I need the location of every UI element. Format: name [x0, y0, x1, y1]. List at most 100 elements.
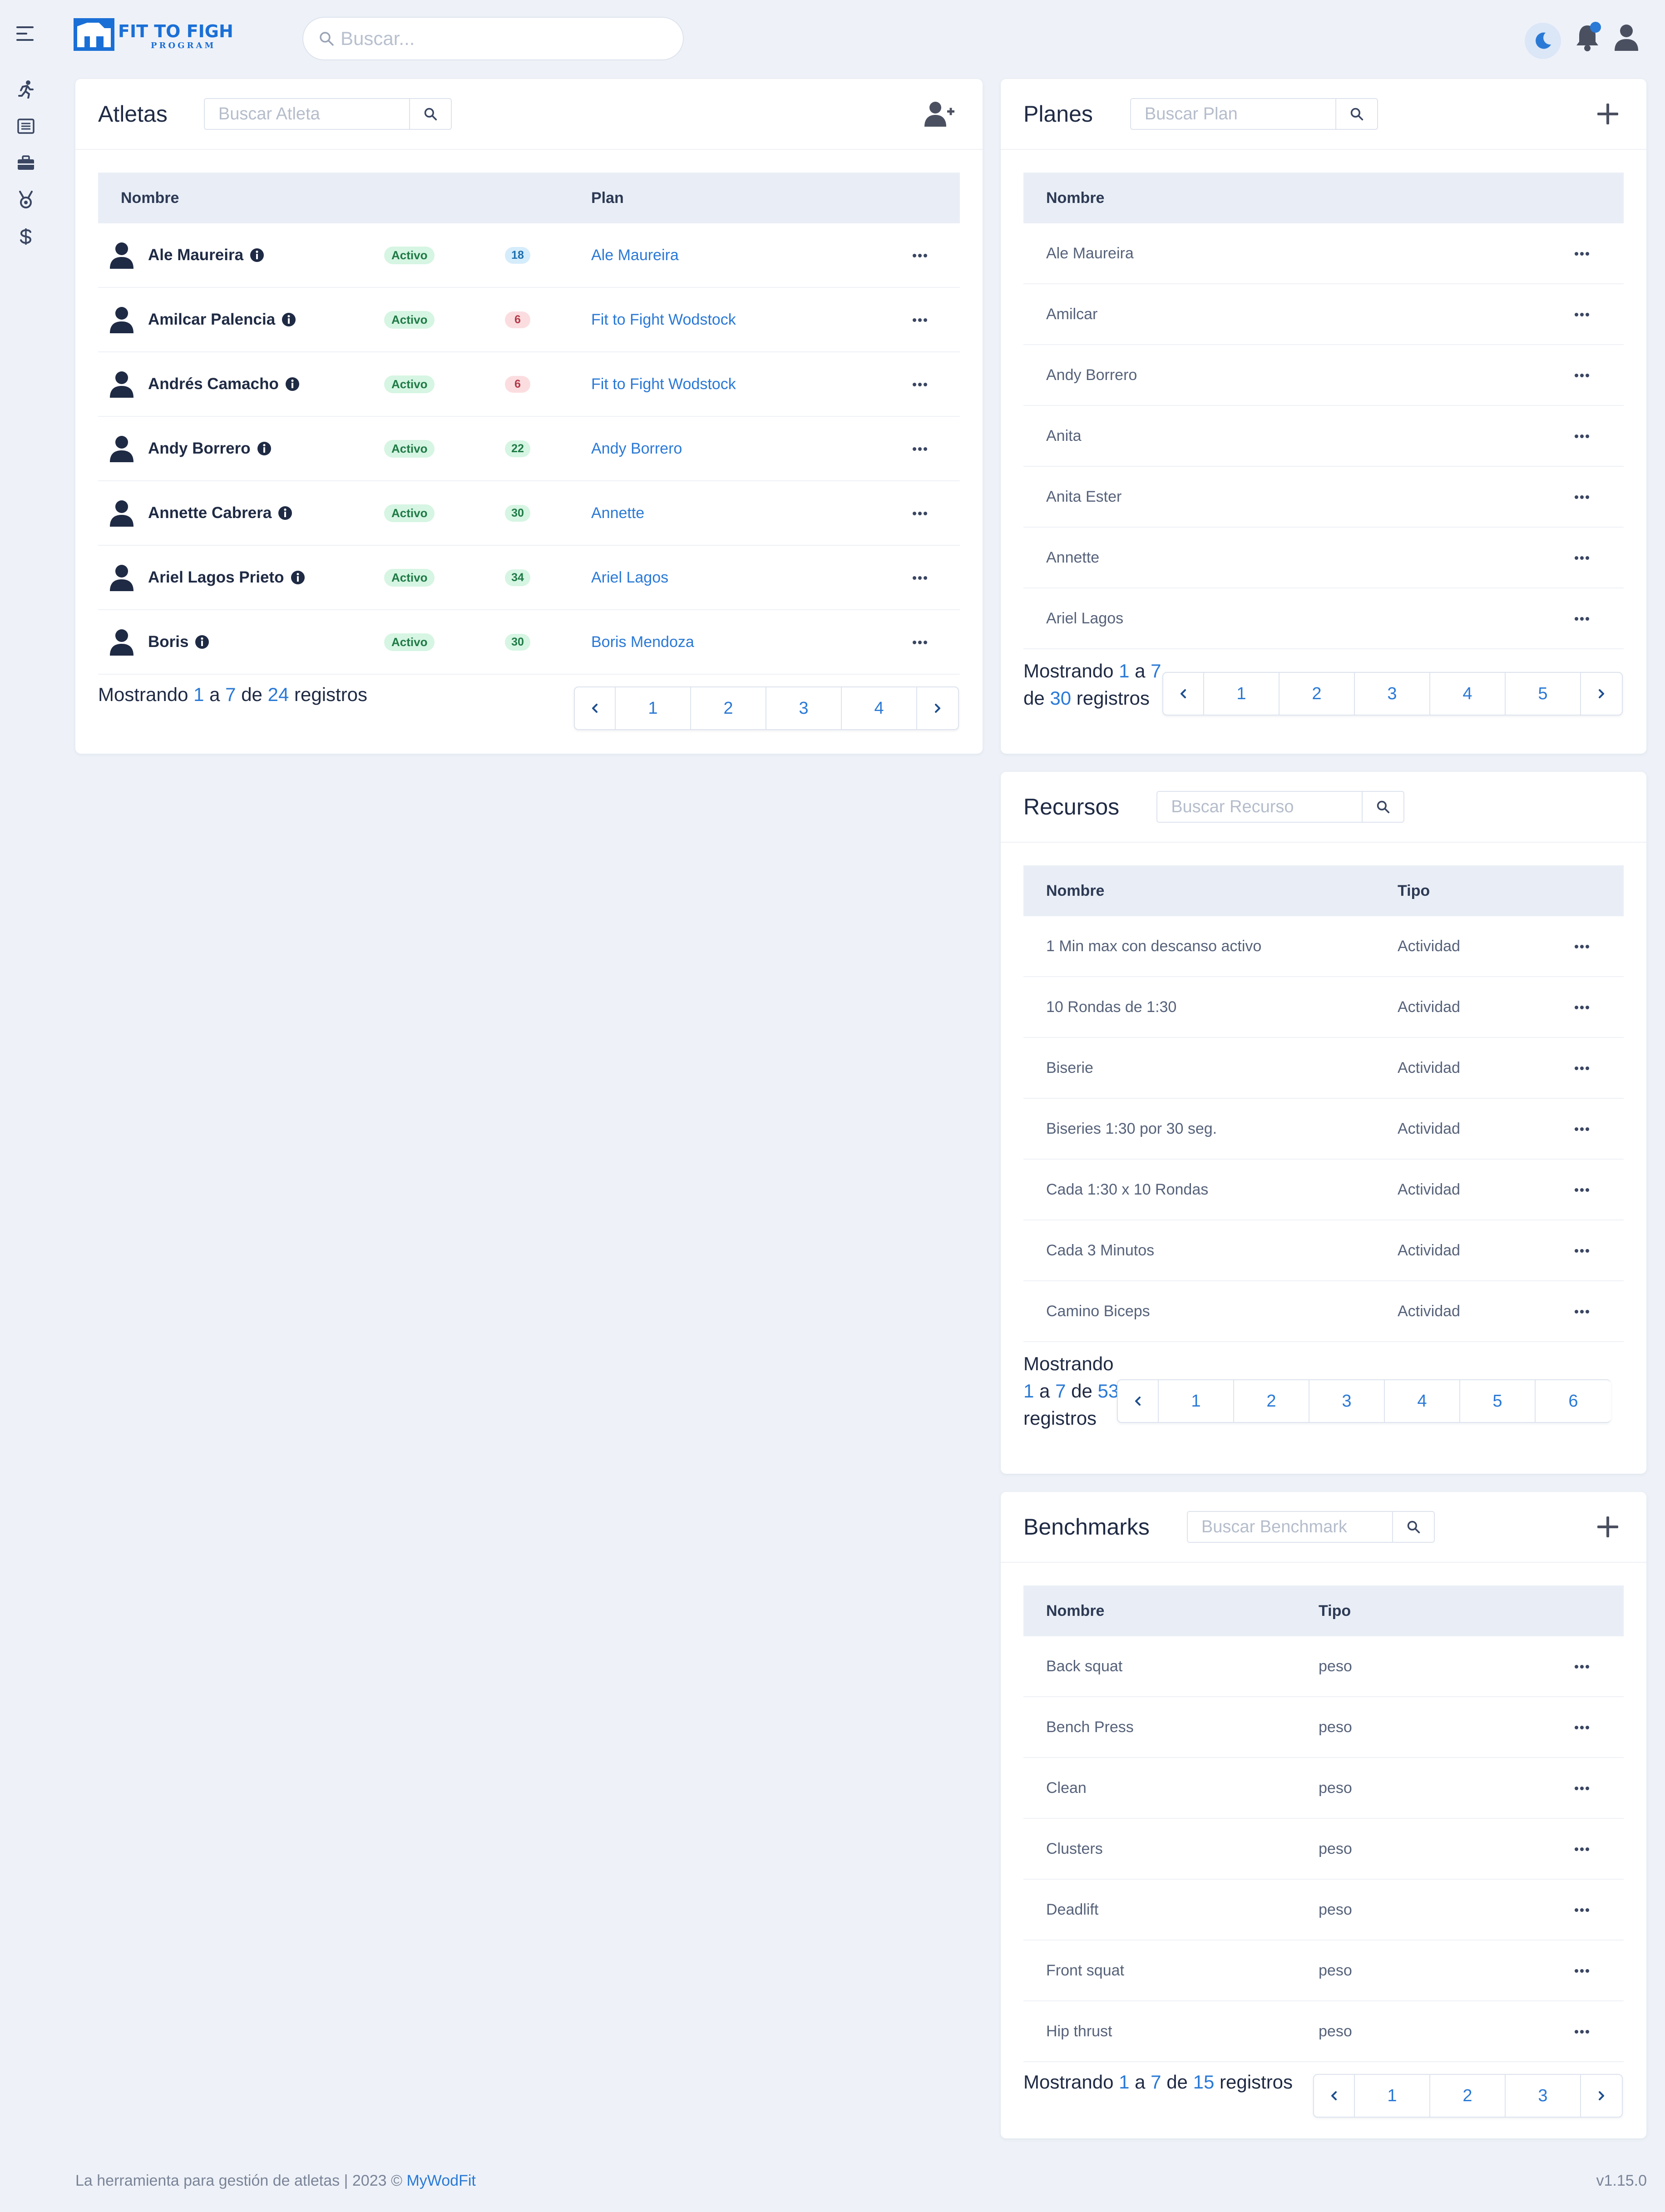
info-icon[interactable] [195, 635, 209, 649]
page-button[interactable]: 3 [1506, 2075, 1581, 2117]
table-row[interactable]: Ariel Lagos Prieto Activo 34 Ariel Lagos [98, 546, 960, 610]
row-actions-icon[interactable] [1573, 617, 1591, 621]
atletas-search-button[interactable] [409, 99, 451, 129]
prev-page-button[interactable] [575, 687, 616, 729]
plan-link[interactable]: Boris Mendoza [591, 633, 694, 651]
row-actions-icon[interactable] [911, 511, 929, 516]
table-row[interactable]: Anita Ester [1023, 467, 1624, 528]
dollar-icon[interactable] [14, 224, 38, 249]
page-button[interactable]: 2 [1430, 2075, 1506, 2117]
row-actions-icon[interactable] [1573, 1309, 1591, 1314]
page-button[interactable]: 5 [1460, 1380, 1536, 1422]
col-nombre[interactable]: Nombre [1046, 1602, 1104, 1620]
page-button[interactable]: 4 [1430, 673, 1506, 715]
row-actions-icon[interactable] [1573, 556, 1591, 560]
plan-link[interactable]: Fit to Fight Wodstock [591, 311, 736, 329]
table-row[interactable]: Andrés Camacho Activo 6 Fit to Fight Wodsto… [98, 352, 960, 417]
plan-link[interactable]: Andy Borrero [591, 440, 682, 458]
athlete-name[interactable]: Annette Cabrera [148, 504, 292, 522]
table-row[interactable]: 1 Min max con descanso activo Actividad [1023, 916, 1624, 977]
table-row[interactable]: Front squat peso [1023, 1940, 1624, 2001]
next-page-button[interactable] [1581, 2075, 1622, 2117]
planes-search-button[interactable] [1335, 99, 1377, 129]
next-page-button[interactable] [917, 687, 958, 729]
app-logo[interactable]: FIT TO FIGHT PROGRAM [74, 18, 233, 51]
row-actions-icon[interactable] [1573, 1066, 1591, 1071]
table-row[interactable]: Bench Press peso [1023, 1697, 1624, 1758]
table-row[interactable]: Annette Cabrera Activo 30 Annette [98, 481, 960, 546]
page-button[interactable]: 1 [1355, 2075, 1430, 2117]
row-actions-icon[interactable] [1573, 1969, 1591, 1973]
info-icon[interactable] [285, 377, 300, 391]
athlete-name[interactable]: Ale Maureira [148, 246, 264, 264]
page-button[interactable]: 4 [1385, 1380, 1460, 1422]
table-row[interactable]: Biserie Actividad [1023, 1038, 1624, 1099]
row-actions-icon[interactable] [911, 382, 929, 387]
table-row[interactable]: Boris Activo 30 Boris Mendoza [98, 610, 960, 675]
benchmarks-search-input[interactable] [1187, 1512, 1392, 1542]
page-button[interactable]: 2 [691, 687, 766, 729]
notifications-bell-icon[interactable] [1575, 22, 1602, 53]
table-row[interactable]: Back squat peso [1023, 1636, 1624, 1697]
planes-search-input[interactable] [1131, 99, 1335, 129]
athlete-name[interactable]: Andrés Camacho [148, 375, 300, 393]
row-actions-icon[interactable] [1573, 312, 1591, 317]
table-row[interactable]: Camino Biceps Actividad [1023, 1281, 1624, 1342]
row-actions-icon[interactable] [1573, 1847, 1591, 1852]
athlete-name[interactable]: Ariel Lagos Prieto [148, 568, 305, 587]
table-row[interactable]: Biseries 1:30 por 30 seg. Actividad [1023, 1099, 1624, 1160]
col-nombre[interactable]: Nombre [121, 189, 179, 207]
global-search[interactable] [302, 17, 684, 60]
recursos-search[interactable] [1156, 791, 1405, 823]
prev-page-button[interactable] [1314, 2075, 1355, 2117]
row-actions-icon[interactable] [1573, 1188, 1591, 1192]
table-row[interactable]: Hip thrust peso [1023, 2001, 1624, 2062]
table-row[interactable]: Cada 3 Minutos Actividad [1023, 1220, 1624, 1281]
page-button[interactable]: 4 [842, 687, 917, 729]
table-row[interactable]: Ariel Lagos [1023, 588, 1624, 649]
table-row[interactable]: Cada 1:30 x 10 Rondas Actividad [1023, 1160, 1624, 1220]
running-icon[interactable] [14, 77, 38, 102]
prev-page-button[interactable] [1118, 1380, 1159, 1422]
page-button[interactable]: 3 [1309, 1380, 1385, 1422]
page-button[interactable]: 1 [1159, 1380, 1234, 1422]
info-icon[interactable] [257, 441, 272, 456]
col-nombre[interactable]: Nombre [1046, 882, 1104, 900]
info-icon[interactable] [278, 506, 292, 520]
athlete-name[interactable]: Boris [148, 633, 209, 651]
row-actions-icon[interactable] [1573, 1786, 1591, 1791]
row-actions-icon[interactable] [1573, 434, 1591, 439]
col-tipo[interactable]: Tipo [1398, 882, 1430, 900]
table-row[interactable]: Ale Maureira Activo 18 Ale Maureira [98, 223, 960, 288]
table-row[interactable]: Andy Borrero [1023, 345, 1624, 406]
benchmarks-search-button[interactable] [1392, 1512, 1434, 1542]
table-row[interactable]: Amilcar [1023, 284, 1624, 345]
plan-link[interactable]: Ariel Lagos [591, 569, 668, 587]
page-button[interactable]: 3 [1355, 673, 1430, 715]
table-row[interactable]: Anita [1023, 406, 1624, 467]
atletas-search-input[interactable] [204, 99, 409, 129]
row-actions-icon[interactable] [911, 576, 929, 580]
page-button[interactable]: 1 [616, 687, 691, 729]
row-actions-icon[interactable] [911, 447, 929, 451]
list-icon[interactable] [14, 114, 38, 138]
table-row[interactable]: 10 Rondas de 1:30 Actividad [1023, 977, 1624, 1038]
table-row[interactable]: Deadlift peso [1023, 1880, 1624, 1940]
row-actions-icon[interactable] [911, 318, 929, 322]
row-actions-icon[interactable] [1573, 1005, 1591, 1010]
table-row[interactable]: Andy Borrero Activo 22 Andy Borrero [98, 417, 960, 481]
row-actions-icon[interactable] [1573, 1908, 1591, 1912]
menu-toggle-icon[interactable] [16, 25, 35, 42]
atletas-search[interactable] [203, 98, 452, 130]
planes-search[interactable] [1130, 98, 1378, 130]
row-actions-icon[interactable] [911, 640, 929, 645]
page-button[interactable]: 1 [1204, 673, 1280, 715]
add-athlete-icon[interactable] [924, 101, 955, 127]
col-nombre[interactable]: Nombre [1046, 189, 1104, 207]
row-actions-icon[interactable] [1573, 495, 1591, 499]
footer-brand-link[interactable]: MyWodFit [406, 2172, 475, 2189]
medal-icon[interactable] [14, 188, 38, 212]
add-benchmark-icon[interactable] [1597, 1516, 1618, 1537]
page-button[interactable]: 2 [1234, 1380, 1309, 1422]
prev-page-button[interactable] [1163, 673, 1204, 715]
